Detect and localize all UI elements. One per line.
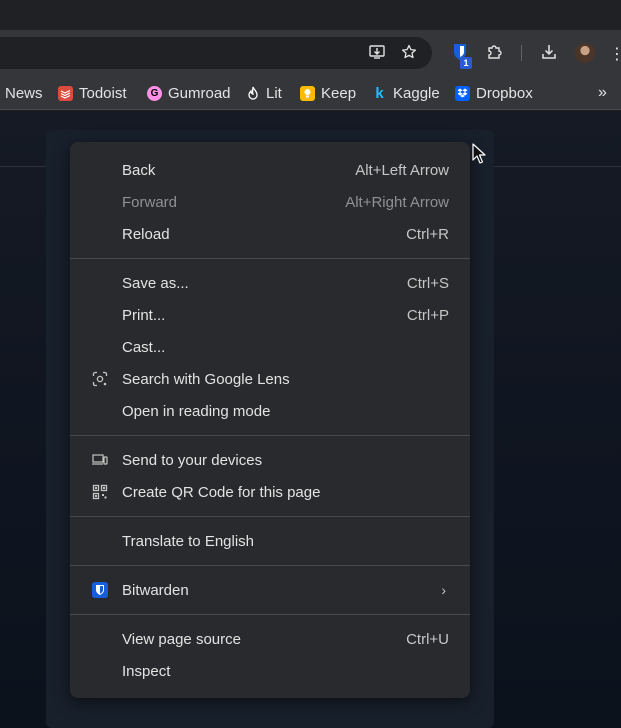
bookmark-kaggle[interactable]: k Kaggle: [372, 82, 440, 104]
menu-item-reload[interactable]: Reload Ctrl+R: [70, 218, 470, 250]
lit-flame-icon: [245, 86, 260, 101]
menu-item-inspect[interactable]: Inspect: [70, 655, 470, 687]
bookmarks-bar: News Todoist G Gumroad Lit Keep k Kaggle…: [0, 76, 621, 110]
qr-code-icon: [91, 483, 109, 501]
menu-separator: [70, 614, 470, 615]
bookmark-keep[interactable]: Keep: [300, 82, 356, 104]
keep-icon: [300, 85, 315, 101]
menu-item-shortcut: Ctrl+U: [406, 630, 449, 648]
menu-item-create-qr-code[interactable]: Create QR Code for this page: [70, 476, 470, 508]
menu-item-label: Search with Google Lens: [122, 370, 290, 388]
profile-avatar[interactable]: [575, 43, 595, 63]
gumroad-icon: G: [147, 85, 162, 101]
bookmark-todoist[interactable]: Todoist: [58, 82, 127, 104]
google-lens-icon: [91, 370, 109, 388]
bookmark-label: Lit: [266, 84, 282, 102]
bookmark-label: Kaggle: [393, 84, 440, 102]
browser-toolbar: [0, 30, 621, 76]
menu-item-save-as[interactable]: Save as... Ctrl+S: [70, 267, 470, 299]
bookmark-label: Dropbox: [476, 84, 533, 102]
menu-item-translate[interactable]: Translate to English: [70, 525, 470, 557]
menu-item-label: Bitwarden: [122, 581, 189, 599]
menu-item-shortcut: Ctrl+S: [406, 274, 449, 292]
menu-item-print[interactable]: Print... Ctrl+P: [70, 299, 470, 331]
bookmark-lit[interactable]: Lit: [245, 82, 282, 104]
menu-item-label: Back: [122, 161, 156, 179]
context-menu: Back Alt+Left Arrow Forward Alt+Right Ar…: [70, 142, 470, 698]
tab-strip: [0, 0, 621, 30]
todoist-icon: [58, 85, 73, 101]
menu-item-forward[interactable]: Forward Alt+Right Arrow: [70, 186, 470, 218]
bookmark-label: Keep: [321, 84, 357, 102]
menu-item-shortcut: Ctrl+P: [406, 306, 449, 324]
bookmark-label: Gumroad: [168, 84, 231, 102]
menu-item-shortcut: Ctrl+R: [406, 225, 449, 243]
menu-item-label: Translate to English: [122, 532, 255, 550]
star-bookmark-icon[interactable]: [398, 41, 420, 63]
menu-item-label: Open in reading mode: [122, 402, 271, 420]
menu-item-label: Send to your devices: [122, 451, 263, 469]
extensions-puzzle-icon[interactable]: [484, 41, 506, 63]
install-app-icon[interactable]: [366, 41, 388, 63]
bitwarden-icon: [91, 581, 109, 599]
menu-kebab-icon[interactable]: ⋮: [609, 43, 621, 65]
menu-item-search-google-lens[interactable]: Search with Google Lens: [70, 363, 470, 395]
mouse-cursor-icon: [472, 143, 486, 164]
bookmark-dropbox[interactable]: Dropbox: [455, 82, 533, 104]
menu-item-label: View page source: [122, 630, 241, 648]
bookmark-news[interactable]: News: [5, 82, 43, 104]
menu-separator: [70, 565, 470, 566]
menu-separator: [70, 435, 470, 436]
menu-item-shortcut: Alt+Right Arrow: [345, 193, 449, 211]
menu-item-label: Inspect: [122, 662, 171, 680]
toolbar-divider: [521, 45, 522, 61]
bookmark-gumroad[interactable]: G Gumroad: [147, 82, 231, 104]
chevron-right-icon: ›: [441, 582, 446, 598]
menu-item-shortcut: Alt+Left Arrow: [355, 161, 449, 179]
menu-item-label: Cast...: [122, 338, 166, 356]
dropbox-icon: [455, 85, 470, 101]
menu-separator: [70, 516, 470, 517]
menu-item-view-source[interactable]: View page source Ctrl+U: [70, 623, 470, 655]
menu-item-label: Create QR Code for this page: [122, 483, 321, 501]
menu-item-back[interactable]: Back Alt+Left Arrow: [70, 154, 470, 186]
menu-item-label: Save as...: [122, 274, 189, 292]
menu-item-cast[interactable]: Cast...: [70, 331, 470, 363]
menu-item-send-to-devices[interactable]: Send to your devices: [70, 444, 470, 476]
kaggle-icon: k: [375, 84, 384, 102]
menu-item-bitwarden[interactable]: Bitwarden ›: [70, 574, 470, 606]
extension-badge: 1: [460, 57, 472, 69]
bookmark-label: News: [5, 84, 43, 102]
devices-icon: [91, 451, 109, 469]
menu-separator: [70, 258, 470, 259]
download-icon[interactable]: [538, 41, 560, 63]
menu-item-label: Forward: [122, 193, 178, 211]
menu-item-label: Reload: [122, 225, 170, 243]
bookmark-label: Todoist: [79, 84, 127, 102]
bookmarks-overflow-icon[interactable]: »: [598, 84, 607, 102]
menu-item-label: Print...: [122, 306, 166, 324]
menu-item-reading-mode[interactable]: Open in reading mode: [70, 395, 470, 427]
